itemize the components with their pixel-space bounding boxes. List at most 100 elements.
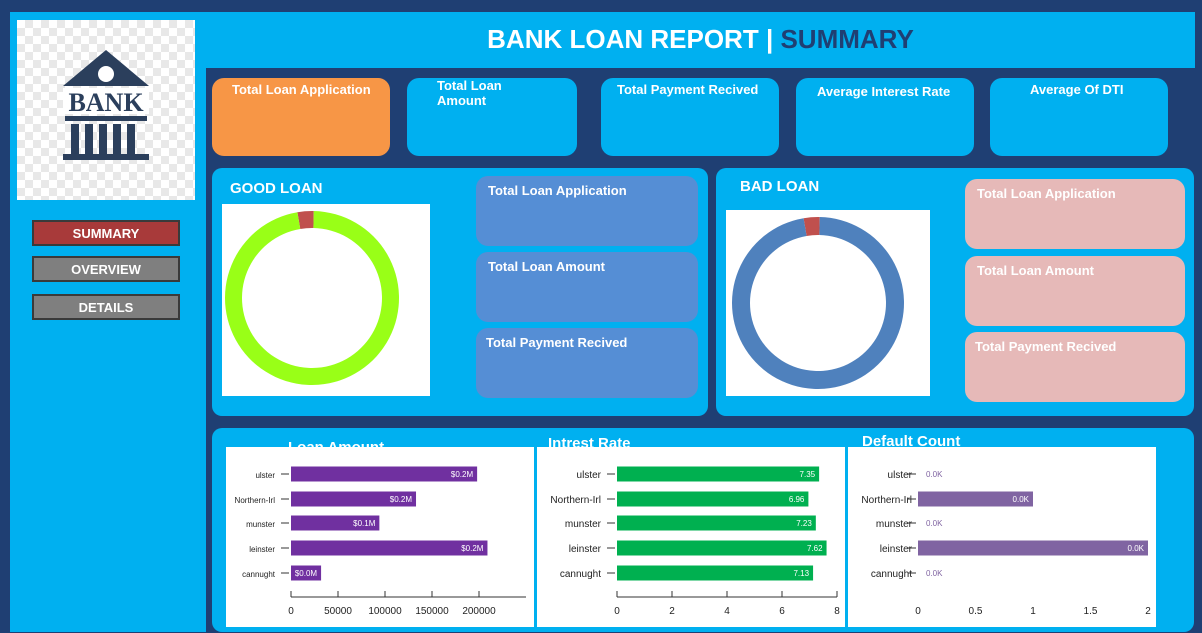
sidebar: BANK SUMMARY OVERVIEW DETAILS — [10, 12, 206, 632]
category-label: Northern-Irl — [550, 495, 601, 506]
category-label: Northern-Irl — [235, 496, 276, 505]
kpi-total-loan-application: Total Loan Application — [212, 78, 390, 156]
card-label: Total Loan Amount — [977, 263, 1094, 278]
nav-overview-button[interactable]: OVERVIEW — [32, 256, 180, 282]
donut-slice-0 — [732, 217, 904, 389]
card-label: Total Payment Recived — [486, 335, 628, 350]
interest-rate-chart: ulster 7.35 Northern-Irl 6.96 munster 7.23 lei… — [550, 464, 840, 617]
data-label: $0.2M — [451, 470, 474, 479]
data-label: 7.62 — [807, 544, 823, 553]
data-label: 6.96 — [789, 495, 805, 504]
data-label: 7.13 — [793, 569, 809, 578]
good-loan-donut-chart — [225, 211, 399, 385]
good-loan-card-applications: Total Loan Application — [476, 176, 698, 246]
x-tick-label: 200000 — [462, 606, 496, 617]
x-tick-label: 0 — [288, 606, 294, 617]
loan-amount-chart-title: Loan Amount — [288, 439, 384, 447]
category-label: leinster — [880, 544, 913, 555]
category-label: leinster — [249, 545, 275, 554]
x-tick-label: 4 — [724, 606, 730, 617]
bad-loan-donut-box — [726, 210, 930, 396]
data-label: 0.0K — [926, 470, 943, 479]
card-label: Total Loan Application — [488, 183, 627, 198]
bank-building-icon: BANK — [63, 50, 149, 160]
bad-loan-card-applications: Total Loan Application — [965, 179, 1185, 249]
data-label: 7.35 — [800, 470, 816, 479]
data-label: 0.0K — [1013, 495, 1030, 504]
donut-slice-1 — [297, 211, 314, 229]
card-label: Total Loan Amount — [488, 259, 605, 274]
data-label: 7.23 — [796, 519, 812, 528]
kpi-label: Total Payment Recived — [617, 82, 759, 97]
good-loan-donut-box — [222, 204, 430, 396]
kpi-label: Total Loan Amount — [437, 78, 502, 108]
category-label: cannught — [871, 569, 912, 580]
kpi-average-interest-rate: Average Interest Rate — [796, 78, 974, 156]
bar — [617, 565, 814, 581]
category-label: cannught — [242, 570, 276, 579]
x-tick-label: 50000 — [324, 606, 352, 617]
x-tick-label: 100000 — [368, 606, 402, 617]
default-count-chart: ulster 0.0K Northern-Irl 0.0K munster 0.0K lei… — [861, 464, 1151, 617]
category-label: ulster — [888, 470, 913, 481]
loan-amount-chart-box: ulster $0.2M Northern-Irl $0.2M munster $0.1M… — [226, 447, 534, 627]
x-tick-label: 8 — [834, 606, 840, 617]
data-label: 0.0K — [926, 519, 943, 528]
data-label: $0.0M — [295, 569, 318, 578]
default-count-chart-title: Default Count — [862, 433, 961, 450]
x-tick-label: 1 — [1030, 606, 1036, 617]
good-loan-panel: GOOD LOAN Total Loan Application Total L… — [212, 168, 708, 416]
card-label: Total Loan Application — [977, 186, 1116, 201]
category-label: ulster — [255, 471, 275, 480]
bank-logo: BANK — [17, 20, 195, 200]
kpi-total-payment-received: Total Payment Recived — [601, 78, 779, 156]
loan-amount-chart: ulster $0.2M Northern-Irl $0.2M munster $0.1M… — [235, 464, 526, 617]
bad-loan-card-payment: Total Payment Recived — [965, 332, 1185, 402]
bar — [918, 540, 1148, 556]
bar — [617, 491, 809, 507]
bad-loan-title: BAD LOAN — [740, 178, 820, 195]
bar — [617, 540, 827, 556]
x-tick-label: 0 — [614, 606, 620, 617]
x-tick-label: 150000 — [415, 606, 449, 617]
bar — [291, 466, 478, 482]
category-label: munster — [565, 519, 602, 530]
category-label: munster — [876, 519, 913, 530]
bar — [617, 515, 816, 531]
logo-text: BANK — [68, 88, 144, 117]
bar — [291, 540, 488, 556]
donut-slice-0 — [225, 211, 399, 385]
x-tick-label: 6 — [779, 606, 785, 617]
category-label: munster — [246, 520, 275, 529]
nav-summary-button[interactable]: SUMMARY — [32, 220, 180, 246]
dashboard-frame: BANK SUMMARY OVERVIEW DETAILS BANK LOAN … — [0, 0, 1202, 633]
kpi-average-dti: Average Of DTI — [990, 78, 1168, 156]
x-tick-label: 0.5 — [969, 606, 983, 617]
title-sub: SUMMARY — [780, 24, 914, 54]
page-title: BANK LOAN REPORT | SUMMARY — [206, 24, 1195, 55]
kpi-label: Average Of DTI — [1030, 82, 1124, 97]
kpi-label: Average Interest Rate — [817, 84, 951, 99]
data-label: 0.0K — [1128, 544, 1145, 553]
nav-details-button[interactable]: DETAILS — [32, 294, 180, 320]
data-label: $0.2M — [461, 544, 484, 553]
good-loan-title: GOOD LOAN — [230, 180, 323, 197]
card-label: Total Payment Recived — [975, 339, 1117, 354]
good-loan-card-amount: Total Loan Amount — [476, 252, 698, 322]
data-label: 0.0K — [926, 569, 943, 578]
category-label: Northern-Irl — [861, 495, 912, 506]
good-loan-card-payment: Total Payment Recived — [476, 328, 698, 398]
kpi-label: Total Loan Application — [232, 82, 371, 97]
title-main: BANK LOAN REPORT — [487, 24, 759, 54]
kpi-total-loan-amount: Total Loan Amount — [407, 78, 577, 156]
x-tick-label: 2 — [669, 606, 675, 617]
data-label: $0.1M — [353, 519, 376, 528]
x-tick-label: 2 — [1145, 606, 1151, 617]
bad-loan-card-amount: Total Loan Amount — [965, 256, 1185, 326]
category-label: leinster — [569, 544, 602, 555]
data-label: $0.2M — [390, 495, 413, 504]
interest-rate-chart-title: Intrest Rate — [548, 435, 631, 447]
report-header: BANK LOAN REPORT | SUMMARY — [206, 12, 1195, 68]
bad-loan-panel: BAD LOAN Total Loan Application Total Lo… — [716, 168, 1194, 416]
category-label: cannught — [560, 569, 601, 580]
